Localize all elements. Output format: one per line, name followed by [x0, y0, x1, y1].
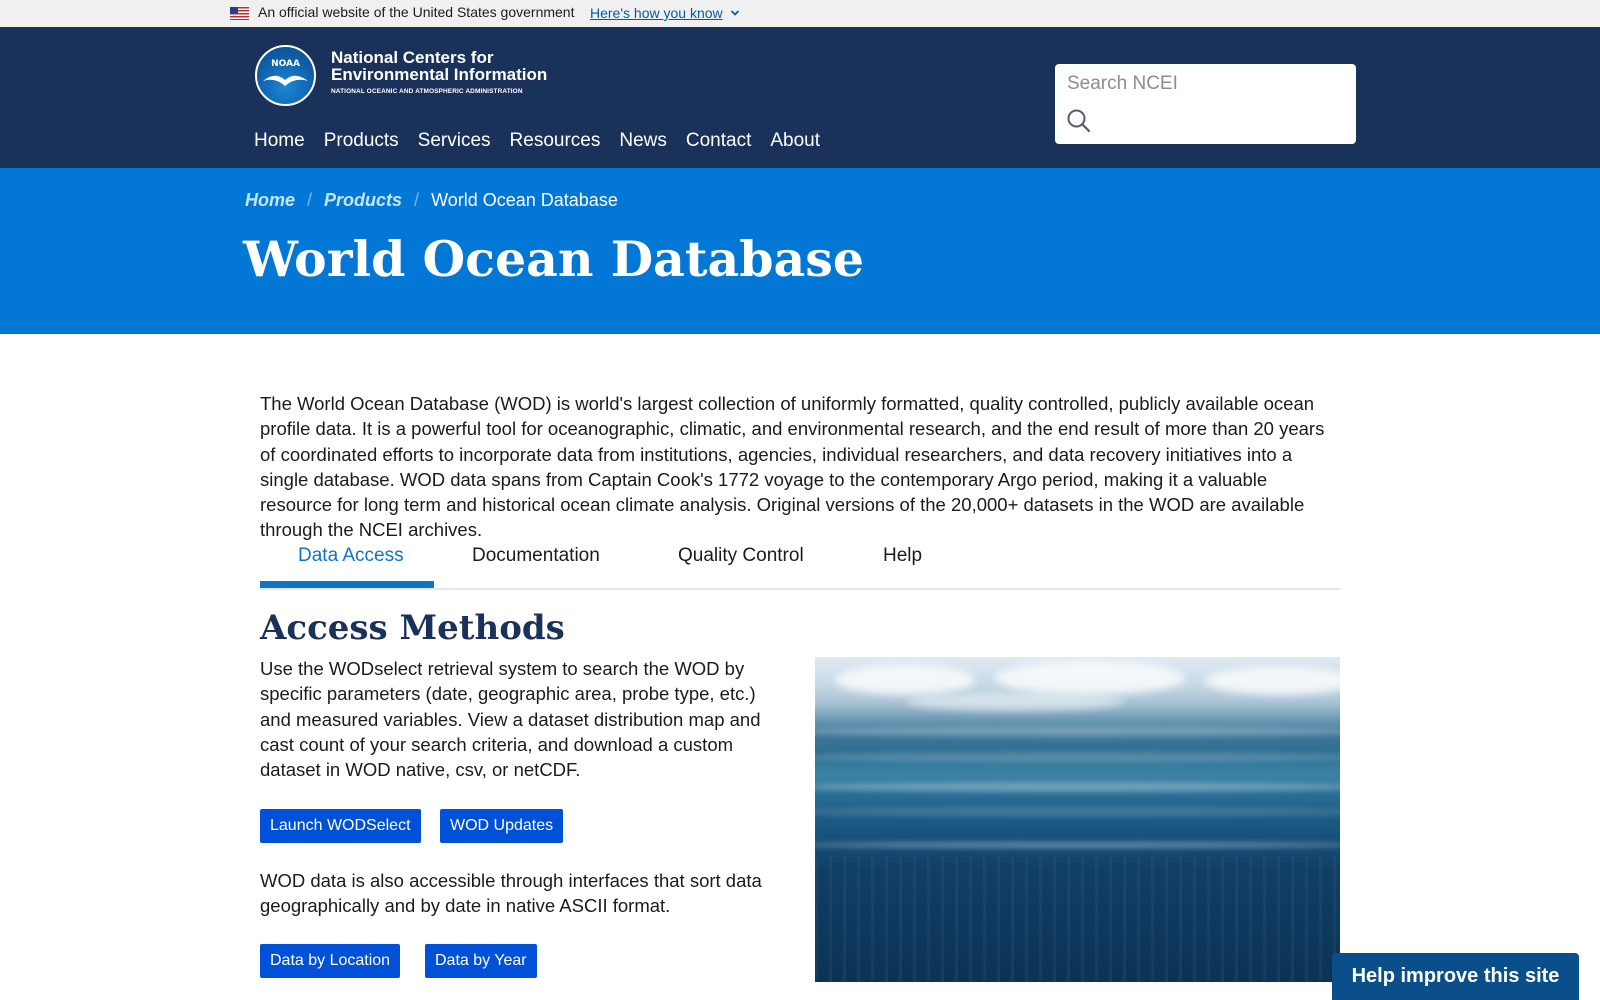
site-subtitle: NATIONAL OCEANIC AND ATMOSPHERIC ADMINIS…: [331, 88, 523, 95]
noaa-bird-icon: [263, 75, 308, 86]
data-by-year-button[interactable]: Data by Year: [425, 944, 537, 978]
tab-quality-control[interactable]: Quality Control: [678, 545, 804, 567]
breadcrumb: Home / Products / World Ocean Database: [245, 190, 618, 211]
tab-documentation[interactable]: Documentation: [472, 545, 600, 567]
search-box: [1055, 64, 1356, 144]
hero-banner: Home / Products / World Ocean Database W…: [0, 168, 1600, 334]
tab-data-access[interactable]: Data Access: [298, 545, 404, 567]
nav-contact[interactable]: Contact: [686, 130, 751, 152]
tab-help[interactable]: Help: [883, 545, 922, 567]
heres-how-you-know-link[interactable]: Here's how you know: [590, 5, 723, 21]
gov-banner-text: An official website of the United States…: [258, 4, 575, 20]
nav-home[interactable]: Home: [254, 130, 305, 152]
wod-updates-button[interactable]: WOD Updates: [440, 809, 564, 843]
help-improve-site-button[interactable]: Help improve this site: [1332, 953, 1579, 1000]
nav-products[interactable]: Products: [324, 130, 399, 152]
us-flag-icon: [230, 7, 249, 20]
intro-paragraph: The World Ocean Database (WOD) is world'…: [260, 393, 1325, 541]
wodselect-description: Use the WODselect retrieval system to se…: [260, 658, 761, 781]
site-header: NOAA National Centers for Environmental …: [0, 27, 1600, 168]
breadcrumb-products[interactable]: Products: [324, 190, 402, 211]
breadcrumb-home[interactable]: Home: [245, 190, 295, 211]
search-input[interactable]: [1067, 70, 1347, 98]
noaa-logo-icon[interactable]: NOAA: [255, 45, 316, 106]
breadcrumb-current: World Ocean Database: [431, 190, 618, 210]
noaa-logo-word: NOAA: [271, 59, 300, 69]
chevron-down-icon[interactable]: [730, 8, 740, 18]
page-title: World Ocean Database: [243, 230, 864, 288]
main-nav: Home Products Services Resources News Co…: [254, 130, 820, 152]
ascii-access-description: WOD data is also accessible through inte…: [260, 870, 762, 917]
nav-about[interactable]: About: [770, 130, 820, 152]
gov-banner: An official website of the United States…: [0, 0, 1600, 27]
active-tab-indicator: [260, 581, 434, 588]
section-title: Access Methods: [260, 608, 565, 648]
nav-news[interactable]: News: [619, 130, 667, 152]
ocean-image: [815, 657, 1340, 982]
breadcrumb-separator: /: [414, 190, 420, 210]
launch-wodselect-button[interactable]: Launch WODSelect: [260, 809, 421, 843]
content-tabs: Data Access Documentation Quality Contro…: [260, 537, 1340, 590]
nav-services[interactable]: Services: [418, 130, 491, 152]
search-icon[interactable]: [1066, 108, 1092, 134]
breadcrumb-separator: /: [307, 190, 313, 210]
site-title[interactable]: National Centers for Environmental Infor…: [331, 49, 561, 83]
data-by-location-button[interactable]: Data by Location: [260, 944, 401, 978]
nav-resources[interactable]: Resources: [510, 130, 601, 152]
